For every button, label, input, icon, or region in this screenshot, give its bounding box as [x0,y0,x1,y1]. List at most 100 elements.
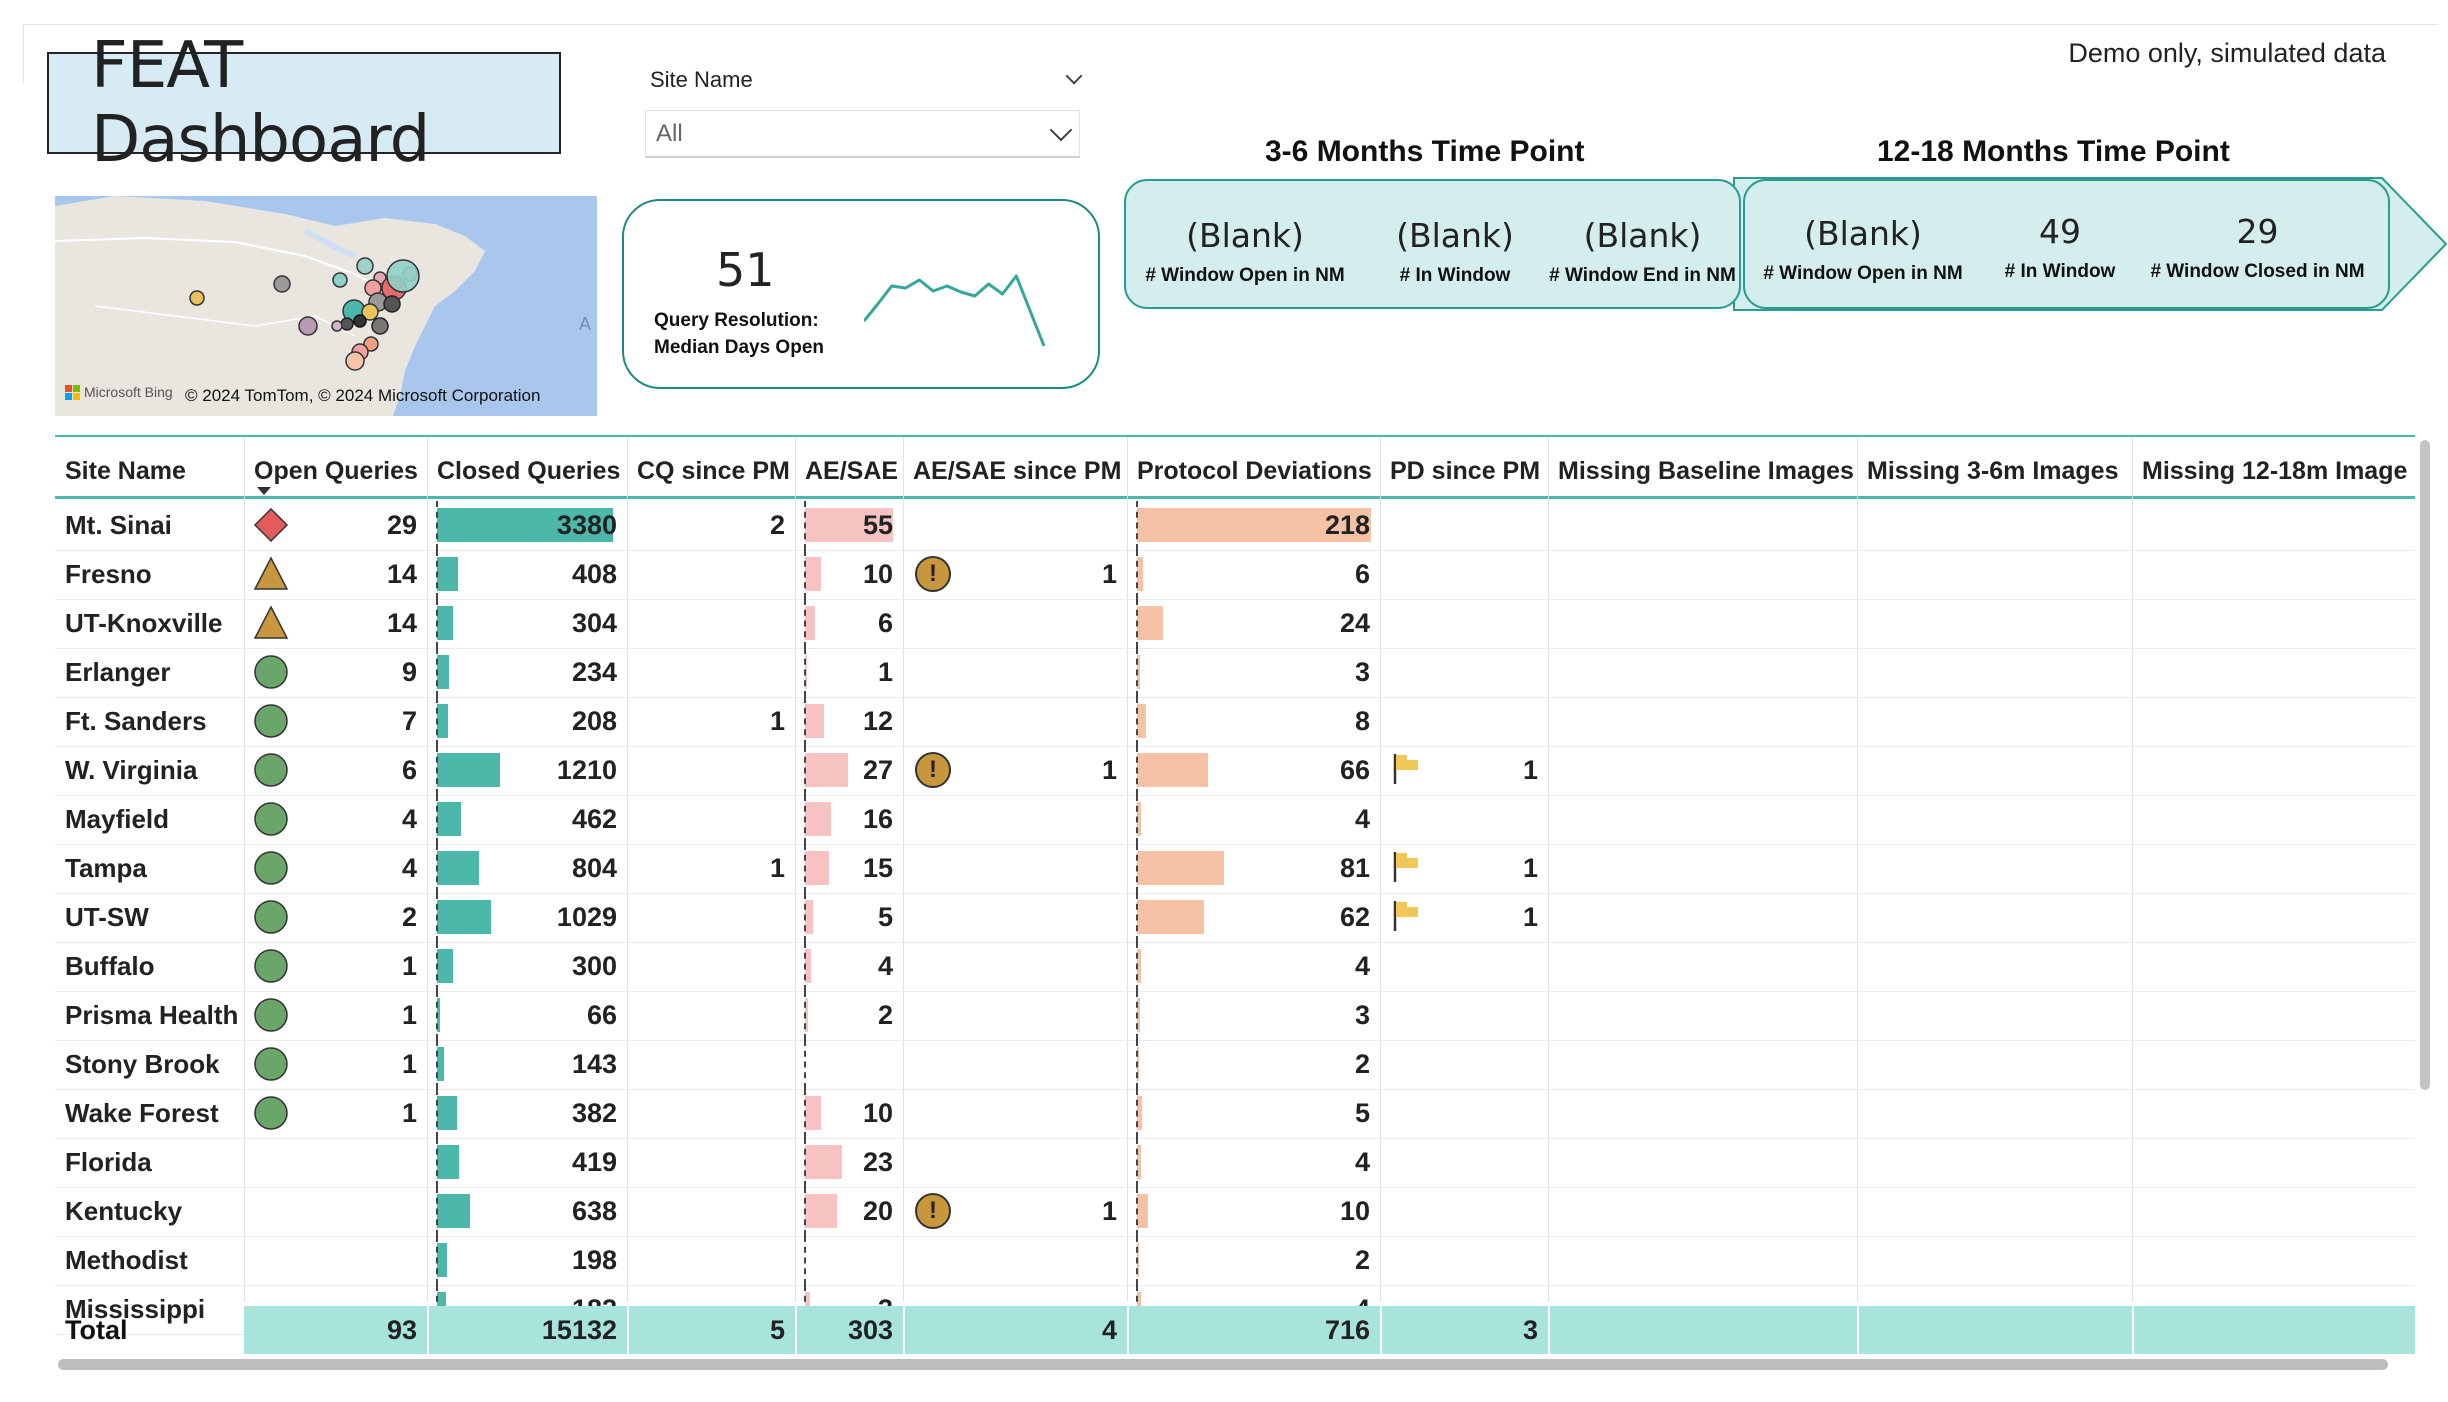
closed-queries-cell: 198 [571,1245,617,1275]
site-name-cell[interactable]: Buffalo [55,942,244,991]
tp2-window-open-label: # Window Open in NM [1763,263,1963,284]
map-marker [353,314,367,328]
site-map[interactable]: A Microsoft Bing © 2024 TomTom, © 2024 M… [55,196,597,416]
pd-since-pm-cell [1380,501,1548,550]
slicer-header[interactable]: Site Name [645,60,1083,100]
kpi-label-line1: Query Resolution: [654,310,819,331]
site-name-cell[interactable]: Fresno [55,550,244,599]
slicer-label: Site Name [650,67,753,92]
pd-since-pm-cell [1380,942,1548,991]
ae-sae-since-pm-cell [903,991,1127,1040]
tp1-title: 3-6 Months Time Point [1265,135,1585,168]
tp2-in-window-label: # In Window [2004,261,2116,282]
total-divider [2132,1306,2134,1354]
column-header[interactable]: CQ since PM [627,445,795,497]
column-header[interactable]: Closed Queries [427,445,627,497]
cq-since-pm-cell [627,1138,795,1187]
site-name-cell[interactable]: Mayfield [55,795,244,844]
protocol-deviations-cell: 4 [1354,1147,1370,1177]
protocol-deviations-cell: 66 [1339,755,1370,785]
site-name-cell[interactable]: Wake Forest [55,1089,244,1138]
map-ocean-label: A [579,314,592,334]
site-name-cell[interactable]: Methodist [55,1236,244,1285]
sort-descending-icon[interactable] [257,487,271,495]
site-name-cell[interactable]: UT-SW [55,893,244,942]
cq-since-pm-cell [627,1187,795,1236]
query-resolution-card[interactable]: 51 Query Resolution: Median Days Open [622,199,1100,389]
map-marker [383,295,401,313]
map-marker [371,317,389,335]
total-divider [1857,1306,1859,1354]
map-marker [298,316,318,336]
site-name-cell[interactable]: Ft. Sanders [55,697,244,746]
protocol-deviations-cell: 2 [1354,1049,1370,1079]
ae-sae-since-pm-cell [903,648,1127,697]
site-name-dropdown[interactable]: All [645,110,1080,158]
tp1-window-open-value: (Blank) [1186,216,1304,255]
site-name-cell[interactable]: W. Virginia [55,746,244,795]
vertical-scrollbar[interactable] [2420,440,2430,1090]
flag-icon [1393,754,1418,784]
closed-queries-cell: 382 [571,1098,617,1128]
map-marker [189,290,205,306]
tp2-window-closed-value: 29 [2236,212,2279,251]
tp1-window-end-value: (Blank) [1583,216,1702,255]
cq-since-pm-cell [627,942,795,991]
site-metrics-table[interactable]: Site Name Open Queries Closed Queries CQ si… [55,435,2415,1355]
site-name-cell[interactable]: Prisma Health [55,991,244,1040]
flag-icon [1393,901,1418,931]
page-top-border [23,24,2438,25]
dashboard-title: FEAT Dashboard [91,29,430,177]
cq-since-pm-cell [627,795,795,844]
ae-sae-since-pm-cell [903,942,1127,991]
column-header[interactable]: Protocol Deviations [1127,445,1380,497]
protocol-deviations-cell: 81 [1339,853,1370,883]
closed-queries-cell: 208 [571,706,617,736]
closed-queries-cell: 638 [571,1196,617,1226]
tp1-window-end-label: # Window End in NM [1549,265,1736,286]
tp2-title: 12-18 Months Time Point [1877,135,2230,168]
ae-sae-since-pm-cell [903,1089,1127,1138]
closed-queries-cell: 1210 [556,755,617,785]
ae-sae-cell: 12 [862,706,893,736]
column-header[interactable]: PD since PM [1380,445,1548,497]
column-header[interactable]: Site Name [55,445,244,497]
cq-since-pm-cell: 1 [769,706,785,736]
column-header[interactable]: Missing 3-6m Images [1857,445,2132,497]
flag-icon [1393,852,1418,882]
site-name-cell[interactable]: UT-Knoxville [55,599,244,648]
site-name-cell[interactable]: Stony Brook [55,1040,244,1089]
site-name-cell[interactable]: Florida [55,1138,244,1187]
column-header[interactable]: AE/SAE [795,445,903,497]
kpi-label-line2: Median Days Open [654,337,824,358]
column-header[interactable]: Missing 12-18m Image [2132,445,2415,497]
ae-sae-cell: 16 [862,804,893,834]
kpi-value: 51 [716,243,775,297]
pd-since-pm-cell [1380,1138,1548,1187]
tp1-in-window: (Blank) # In Window [1370,216,1540,287]
site-name-cell[interactable]: Erlanger [55,648,244,697]
site-name-cell[interactable]: Mt. Sinai [55,501,244,550]
column-header[interactable]: AE/SAE since PM [903,445,1127,497]
closed-queries-cell: 300 [571,951,617,981]
cq-since-pm-cell: 2 [769,510,785,540]
open-queries-cell: 7 [401,706,417,736]
site-name-cell[interactable]: Tampa [55,844,244,893]
table-top-border [55,435,2415,437]
site-name-cell[interactable]: Kentucky [55,1187,244,1236]
ae-sae-cell: 10 [862,1098,893,1128]
map-brand-text: Microsoft Bing [84,384,173,400]
column-header[interactable]: Missing Baseline Images [1548,445,1857,497]
open-queries-cell: 2 [401,902,417,932]
open-queries-cell: 14 [386,559,417,589]
chevron-down-icon[interactable] [1049,118,1073,141]
horizontal-scrollbar[interactable] [58,1359,2388,1370]
protocol-deviations-cell: 218 [1324,510,1370,540]
protocol-deviations-cell: 4 [1354,804,1370,834]
cq-since-pm-cell [627,550,795,599]
protocol-deviations-cell: 10 [1339,1196,1370,1226]
chevron-down-icon[interactable] [1065,67,1083,85]
site-name-slicer[interactable]: Site Name All [645,60,1083,158]
column-header[interactable]: Open Queries [244,445,427,497]
open-queries-cell: 29 [386,510,417,540]
